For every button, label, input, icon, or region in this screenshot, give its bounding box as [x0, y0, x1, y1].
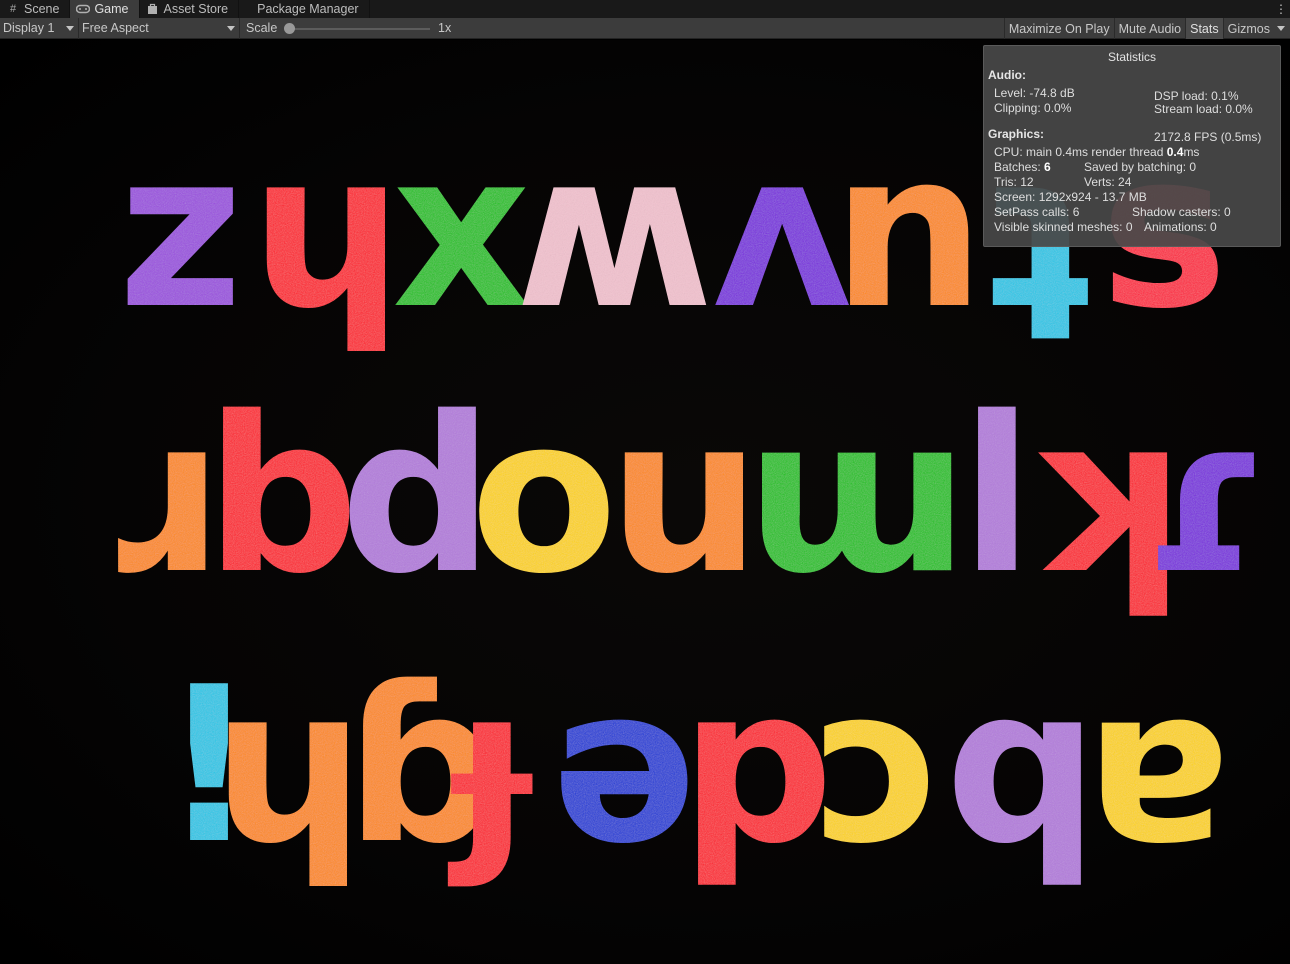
gizmos-label: Gizmos	[1227, 21, 1270, 36]
saved-by-batching: Saved by batching: 0	[1084, 160, 1197, 174]
kebab-menu-icon[interactable]: ⋮	[1272, 0, 1290, 18]
tab-asset-store-label: Asset Store	[163, 2, 229, 16]
verts-count: Verts: 24	[1084, 175, 1132, 189]
visible-skinned-meshes: Visible skinned meshes: 0	[994, 220, 1133, 234]
hash-icon: #	[9, 3, 17, 15]
aspect-dropdown-label: Free Aspect	[82, 21, 149, 35]
setpass-calls: SetPass calls: 6	[994, 205, 1080, 219]
screen-info: Screen: 1292x924 - 13.7 MB	[994, 190, 1147, 204]
felt-letter: ɥ	[212, 640, 365, 891]
felt-letter: b	[205, 370, 359, 621]
fps-readout: 2172.8 FPS (0.5ms)	[1154, 130, 1262, 144]
stream-load: Stream load: 0.0%	[1154, 102, 1253, 116]
mute-audio-button[interactable]: Mute Audio	[1113, 18, 1186, 39]
batches: Batches: 6	[994, 160, 1051, 174]
chevron-down-icon	[66, 25, 74, 31]
editor-tab-bar: # Scene Game Asset Store Package Manager…	[0, 0, 1290, 18]
batches-value: 6	[1044, 160, 1051, 174]
felt-letter: ʍ	[515, 105, 714, 356]
animations-count: Animations: 0	[1144, 220, 1217, 234]
graphics-section-header: Graphics:	[988, 127, 1045, 141]
audio-section-header: Audio:	[988, 68, 1026, 82]
gamepad-icon	[76, 3, 91, 15]
maximize-on-play-button[interactable]: Maximize On Play	[1003, 18, 1114, 39]
batches-prefix: Batches:	[994, 160, 1045, 174]
cpu-suffix: ms	[1183, 145, 1200, 159]
tab-game-label: Game	[94, 2, 129, 16]
scale-slider-track	[286, 27, 430, 30]
felt-letter: ɯ	[745, 370, 969, 621]
felt-letter: x	[392, 105, 531, 356]
cpu-render-value: 0.4	[1166, 145, 1184, 159]
statistics-panel: Statistics Audio: Level: -74.8 dB DSP lo…	[983, 45, 1281, 247]
scale-value: 1x	[438, 21, 452, 35]
scale-slider[interactable]	[284, 18, 430, 39]
felt-letter: z	[118, 105, 243, 356]
tab-scene-label: Scene	[24, 2, 60, 16]
scale-label: Scale	[246, 21, 278, 35]
cpu-prefix: CPU: main 0.4ms render thread	[994, 145, 1167, 159]
display-dropdown[interactable]: Display 1	[0, 18, 78, 39]
store-bag-icon	[146, 3, 160, 15]
statistics-title: Statistics	[1107, 50, 1156, 64]
felt-letter: n	[832, 105, 985, 356]
cpu-timing: CPU: main 0.4ms render thread 0.4ms	[994, 145, 1199, 159]
display-dropdown-label: Display 1	[3, 21, 55, 35]
felt-letter: ɟ	[447, 640, 533, 891]
felt-letter: ɐ	[1085, 640, 1230, 891]
felt-letter: o	[470, 370, 618, 621]
tab-scene[interactable]: # Scene	[0, 0, 71, 18]
gizmos-button[interactable]: Gizmos	[1222, 18, 1290, 39]
chevron-down-icon	[1277, 26, 1285, 31]
chevron-down-icon	[227, 25, 235, 31]
felt-letter: ɔ	[815, 640, 942, 891]
felt-letter: ə	[552, 640, 698, 891]
aspect-dropdown[interactable]: Free Aspect	[79, 18, 239, 39]
felt-letter: u	[608, 370, 761, 621]
audio-level: Level: -74.8 dB	[994, 86, 1075, 100]
felt-letter: ɥ	[250, 105, 403, 356]
tab-game[interactable]: Game	[70, 0, 140, 18]
stats-button[interactable]: Stats	[1185, 18, 1223, 39]
tris-count: Tris: 12	[994, 175, 1034, 189]
tab-asset-store[interactable]: Asset Store	[140, 0, 240, 18]
tab-package-manager-label: Package Manager	[257, 2, 359, 16]
shadow-casters: Shadow casters: 0	[1132, 205, 1231, 219]
felt-letter: ɹ	[100, 370, 216, 621]
scale-slider-thumb[interactable]	[284, 22, 295, 34]
scale-control: Scale 1x	[240, 18, 451, 39]
audio-clipping: Clipping: 0.0%	[994, 101, 1072, 115]
felt-letter: q	[945, 640, 1099, 891]
toolbar-toggle-group: Maximize On Play Mute Audio Stats Gizmos	[1003, 18, 1290, 39]
game-view-toolbar: Display 1 Free Aspect Scale 1x Maximize …	[0, 17, 1290, 39]
felt-letter: ɾ	[1140, 370, 1268, 621]
dsp-load: DSP load: 0.1%	[1154, 89, 1239, 103]
tab-package-manager[interactable]: Package Manager	[239, 0, 370, 18]
felt-letter: p	[680, 640, 834, 891]
